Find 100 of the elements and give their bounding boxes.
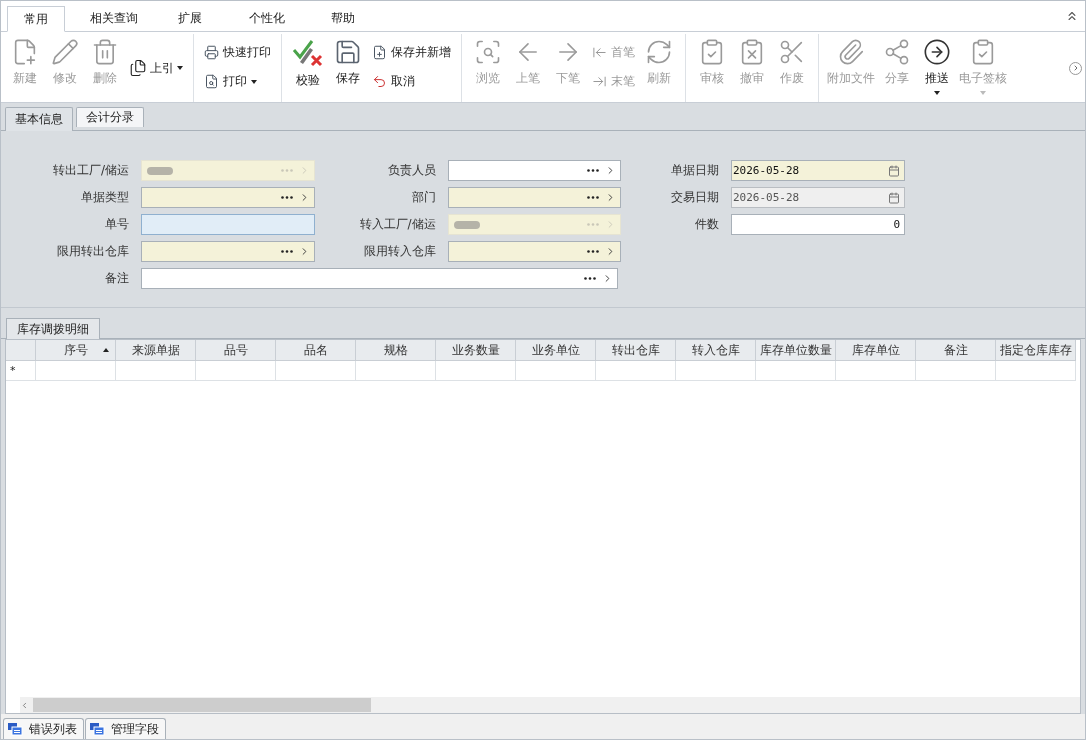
more-icon — [587, 223, 599, 226]
window-icon — [7, 722, 23, 736]
field-label: 负责人员 — [386, 162, 437, 179]
input-field[interactable]: 2026-05-28 — [731, 160, 905, 181]
column-header[interactable]: 品号 — [196, 340, 276, 361]
more-icon — [587, 196, 599, 199]
date-value: 2026-05-28 — [733, 191, 801, 204]
table-cell[interactable] — [356, 361, 436, 381]
field-label: 件数 — [694, 216, 720, 233]
form-tab[interactable]: 会计分录 — [76, 107, 144, 127]
field-label: 单据日期 — [670, 162, 720, 179]
bottom-tab[interactable]: 错误列表 — [3, 718, 84, 739]
more-icon — [281, 196, 293, 199]
form-tab[interactable]: 基本信息 — [5, 107, 73, 131]
table-cell[interactable] — [756, 361, 836, 381]
field-label: 单据类型 — [80, 189, 130, 206]
table-cell[interactable] — [516, 361, 596, 381]
blurred-value — [453, 220, 480, 229]
toolbar-button[interactable]: 取消 — [372, 74, 451, 89]
toolbar-button[interactable]: 上引 — [125, 34, 187, 102]
input-field[interactable] — [447, 160, 621, 181]
toolbar-button[interactable]: 校验 — [288, 34, 328, 102]
file-plus-icon — [372, 45, 387, 60]
field-label: 限用转出仓库 — [56, 243, 130, 260]
field-label: 备注 — [104, 270, 130, 287]
input-field[interactable] — [141, 241, 315, 262]
toolbar-button[interactable]: 快速打印 — [204, 45, 271, 60]
bottom-tab[interactable]: 管理字段 — [85, 718, 166, 739]
date-value: 2026-05-28 — [733, 164, 801, 177]
ribbon-tab[interactable]: 常用 — [7, 6, 65, 32]
input-field[interactable] — [141, 187, 315, 208]
column-header[interactable]: 业务数量 — [436, 340, 516, 361]
undo-icon — [372, 74, 387, 89]
table-cell[interactable] — [196, 361, 276, 381]
table-cell[interactable] — [916, 361, 996, 381]
documents-icon — [129, 59, 147, 77]
scroll-left-icon[interactable] — [20, 700, 29, 710]
column-header[interactable]: 序号 — [36, 340, 116, 361]
field-label: 转入工厂/储运 — [358, 216, 437, 233]
more-icon — [587, 169, 599, 172]
collapse-icon[interactable] — [1065, 9, 1079, 23]
field-label: 单号 — [104, 216, 130, 233]
trash-icon — [91, 38, 119, 66]
print-preview-icon — [204, 74, 219, 89]
table-cell[interactable] — [436, 361, 516, 381]
input-field[interactable]: 2026-05-28 — [731, 187, 905, 208]
field-label: 部门 — [410, 189, 437, 206]
column-header[interactable]: 备注 — [916, 340, 996, 361]
pencil-icon — [51, 38, 79, 66]
calendar-icon — [888, 191, 900, 204]
last-icon — [592, 74, 607, 89]
caret-icon — [177, 66, 183, 70]
table-cell[interactable] — [676, 361, 756, 381]
column-header[interactable]: 业务单位 — [516, 340, 596, 361]
paperclip-icon — [837, 38, 865, 66]
column-header[interactable]: 品名 — [276, 340, 356, 361]
ribbon-tab[interactable]: 扩展 — [162, 5, 218, 31]
toolbar-button[interactable]: 推送 — [917, 34, 957, 102]
input-field[interactable] — [447, 241, 621, 262]
column-header[interactable]: 规格 — [356, 340, 436, 361]
horizontal-scrollbar[interactable] — [20, 697, 1080, 713]
save-icon — [334, 38, 362, 66]
more-icon — [587, 250, 599, 253]
detail-tab[interactable]: 库存调拨明细 — [6, 318, 100, 339]
column-header[interactable]: 库存单位 — [836, 340, 916, 361]
table-cell[interactable] — [276, 361, 356, 381]
table-cell[interactable] — [836, 361, 916, 381]
column-header[interactable]: 转出仓库 — [596, 340, 676, 361]
ribbon-tab[interactable]: 个性化 — [218, 5, 315, 31]
input-field[interactable] — [141, 268, 618, 289]
input-field[interactable] — [141, 214, 315, 235]
input-field[interactable]: 0 — [731, 214, 905, 235]
column-header[interactable]: 来源单据 — [116, 340, 196, 361]
more-icon — [584, 277, 596, 280]
toolbar-button[interactable]: 保存并新增 — [372, 45, 451, 60]
ribbon-tab[interactable]: 相关查询 — [65, 5, 162, 31]
field-label: 限用转入仓库 — [362, 243, 437, 260]
window-icon — [89, 722, 105, 736]
first-icon — [592, 45, 607, 60]
toolbar-button[interactable]: 打印 — [204, 74, 271, 89]
field-label: 交易日期 — [670, 189, 720, 206]
blurred-value — [147, 166, 173, 175]
sort-ascending-icon — [103, 348, 109, 352]
column-header[interactable]: 库存单位数量 — [756, 340, 836, 361]
field-label: 转出工厂/储运 — [51, 162, 130, 179]
column-header[interactable]: 指定仓库库存 — [996, 340, 1076, 361]
check-cross-icon — [292, 38, 324, 68]
toolbar-button[interactable]: 保存 — [328, 34, 368, 102]
column-header[interactable]: 转入仓库 — [676, 340, 756, 361]
table-cell[interactable] — [116, 361, 196, 381]
table-cell[interactable] — [36, 361, 116, 381]
refresh-icon — [645, 38, 673, 66]
more-icon — [281, 250, 293, 253]
number-value: 0 — [892, 218, 900, 231]
table-cell[interactable] — [996, 361, 1076, 381]
ribbon-tab[interactable]: 帮助 — [315, 5, 371, 31]
table-cell[interactable] — [596, 361, 676, 381]
screen-search-icon — [474, 38, 502, 66]
input-field[interactable] — [447, 187, 621, 208]
corner-header — [6, 340, 36, 361]
